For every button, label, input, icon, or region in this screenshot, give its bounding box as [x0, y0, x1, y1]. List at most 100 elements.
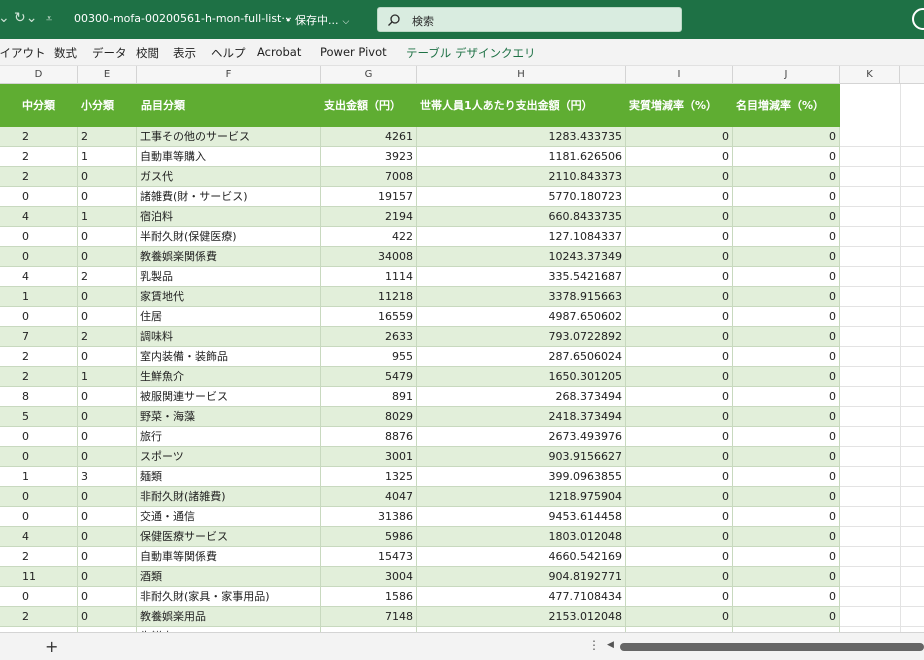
cell-expenditure[interactable]: 1114 [321, 267, 417, 287]
cell-real-change-rate[interactable]: 0 [626, 127, 733, 147]
cell-per-person-expenditure[interactable]: 1283.433735 [417, 127, 626, 147]
cell-item-category[interactable]: 家賃地代 [137, 287, 321, 307]
cell-item-category[interactable]: 酒類 [137, 567, 321, 587]
cell-item-category[interactable]: 麺類 [137, 467, 321, 487]
cell-real-change-rate[interactable]: 0 [626, 387, 733, 407]
cell-small-category[interactable]: 1 [78, 147, 137, 167]
cell-per-person-expenditure[interactable]: 2110.843373 [417, 167, 626, 187]
cell-real-change-rate[interactable]: 0 [626, 167, 733, 187]
cell-small-category[interactable]: 0 [78, 527, 137, 547]
cell-small-category[interactable]: 0 [78, 247, 137, 267]
cell-expenditure[interactable]: 422 [321, 227, 417, 247]
cell-real-change-rate[interactable]: 0 [626, 247, 733, 267]
cell-nominal-change-rate[interactable]: 0 [733, 287, 840, 307]
cell-real-change-rate[interactable]: 0 [626, 187, 733, 207]
cell-nominal-change-rate[interactable]: 0 [733, 147, 840, 167]
cell-middle-category[interactable]: 0 [0, 507, 78, 527]
cell-expenditure[interactable]: 5479 [321, 367, 417, 387]
menu-query[interactable]: クエリ [501, 45, 536, 61]
cell-expenditure[interactable]: 3001 [321, 447, 417, 467]
header-per-person-expenditure[interactable]: 世帯人員1人あたり支出金額（円） [420, 97, 593, 113]
column-header-d[interactable]: D [0, 66, 78, 84]
cell-expenditure[interactable]: 1325 [321, 467, 417, 487]
cell-nominal-change-rate[interactable]: 0 [733, 167, 840, 187]
horizontal-scrollbar[interactable] [620, 643, 924, 651]
cell-middle-category[interactable]: 4 [0, 207, 78, 227]
cell-small-category[interactable]: 2 [78, 327, 137, 347]
cell-per-person-expenditure[interactable]: 903.9156627 [417, 447, 626, 467]
more-options-icon[interactable]: ⋮ [588, 638, 600, 652]
cell-per-person-expenditure[interactable]: 4660.542169 [417, 547, 626, 567]
cell-small-category[interactable]: 0 [78, 307, 137, 327]
cell-item-category[interactable]: 生鮮魚介 [137, 367, 321, 387]
cell-middle-category[interactable]: 11 [0, 567, 78, 587]
cell-real-change-rate[interactable]: 0 [626, 367, 733, 387]
customize-toolbar-icon[interactable]: ⩡ [46, 12, 52, 26]
account-avatar[interactable] [912, 8, 924, 30]
cell-expenditure[interactable]: 4047 [321, 487, 417, 507]
column-header-f[interactable]: F [137, 66, 321, 84]
header-expenditure[interactable]: 支出金額（円） [324, 97, 401, 113]
cell-per-person-expenditure[interactable]: 1181.626506 [417, 147, 626, 167]
cell-small-category[interactable]: 0 [78, 227, 137, 247]
cell-middle-category[interactable]: 2 [0, 147, 78, 167]
cell-small-category[interactable]: 0 [78, 167, 137, 187]
cell-per-person-expenditure[interactable]: 2153.012048 [417, 607, 626, 627]
cell-item-category[interactable]: スポーツ [137, 447, 321, 467]
cell-item-category[interactable]: 野菜・海藻 [137, 407, 321, 427]
menu-help[interactable]: ヘルプ [211, 45, 246, 61]
cell-expenditure[interactable]: 19157 [321, 187, 417, 207]
cell-item-category[interactable]: 被服関連サービス [137, 387, 321, 407]
cell-per-person-expenditure[interactable]: 5770.180723 [417, 187, 626, 207]
cell-per-person-expenditure[interactable]: 127.1084337 [417, 227, 626, 247]
cell-real-change-rate[interactable]: 0 [626, 467, 733, 487]
cell-middle-category[interactable]: 0 [0, 587, 78, 607]
cell-small-category[interactable]: 0 [78, 187, 137, 207]
cell-small-category[interactable]: 0 [78, 387, 137, 407]
cell-item-category[interactable]: 半耐久財(保健医療) [137, 227, 321, 247]
menu-table-design[interactable]: テーブル デザイン [406, 45, 501, 61]
cell-real-change-rate[interactable]: 0 [626, 607, 733, 627]
header-small-category[interactable]: 小分類 [81, 97, 114, 113]
cell-nominal-change-rate[interactable]: 0 [733, 127, 840, 147]
cell-nominal-change-rate[interactable]: 0 [733, 367, 840, 387]
cell-nominal-change-rate[interactable]: 0 [733, 447, 840, 467]
cell-middle-category[interactable]: 2 [0, 347, 78, 367]
cell-small-category[interactable]: 3 [78, 467, 137, 487]
cell-middle-category[interactable]: 2 [0, 547, 78, 567]
cell-real-change-rate[interactable]: 0 [626, 327, 733, 347]
cell-small-category[interactable]: 0 [78, 447, 137, 467]
cell-nominal-change-rate[interactable]: 0 [733, 607, 840, 627]
header-item-category[interactable]: 品目分類 [141, 97, 185, 113]
cell-small-category[interactable]: 0 [78, 347, 137, 367]
cell-item-category[interactable]: 室内装備・装飾品 [137, 347, 321, 367]
cell-expenditure[interactable]: 955 [321, 347, 417, 367]
cell-expenditure[interactable]: 3004 [321, 567, 417, 587]
cell-expenditure[interactable]: 2194 [321, 207, 417, 227]
redo-icon[interactable]: ↻⌄ [14, 10, 37, 26]
column-header-i[interactable]: I [626, 66, 733, 84]
cell-item-category[interactable]: 諸雑費(財・サービス) [137, 187, 321, 207]
cell-per-person-expenditure[interactable]: 399.0963855 [417, 467, 626, 487]
cell-item-category[interactable]: 保健医療サービス [137, 527, 321, 547]
cell-middle-category[interactable]: 0 [0, 447, 78, 467]
cell-small-category[interactable]: 0 [78, 487, 137, 507]
cell-per-person-expenditure[interactable]: 3378.915663 [417, 287, 626, 307]
header-middle-category[interactable]: 中分類 [22, 97, 55, 113]
cell-per-person-expenditure[interactable]: 335.5421687 [417, 267, 626, 287]
cell-expenditure[interactable]: 3923 [321, 147, 417, 167]
cell-real-change-rate[interactable]: 0 [626, 407, 733, 427]
cell-expenditure[interactable]: 34008 [321, 247, 417, 267]
cell-nominal-change-rate[interactable]: 0 [733, 587, 840, 607]
cell-item-category[interactable]: 宿泊料 [137, 207, 321, 227]
cell-middle-category[interactable]: 0 [0, 427, 78, 447]
cell-middle-category[interactable]: 0 [0, 307, 78, 327]
cell-per-person-expenditure[interactable]: 1650.301205 [417, 367, 626, 387]
cell-per-person-expenditure[interactable]: 4987.650602 [417, 307, 626, 327]
cell-middle-category[interactable]: 2 [0, 127, 78, 147]
cell-nominal-change-rate[interactable]: 0 [733, 527, 840, 547]
cell-item-category[interactable]: 旅行 [137, 427, 321, 447]
cell-nominal-change-rate[interactable]: 0 [733, 567, 840, 587]
cell-expenditure[interactable]: 7008 [321, 167, 417, 187]
cell-real-change-rate[interactable]: 0 [626, 527, 733, 547]
